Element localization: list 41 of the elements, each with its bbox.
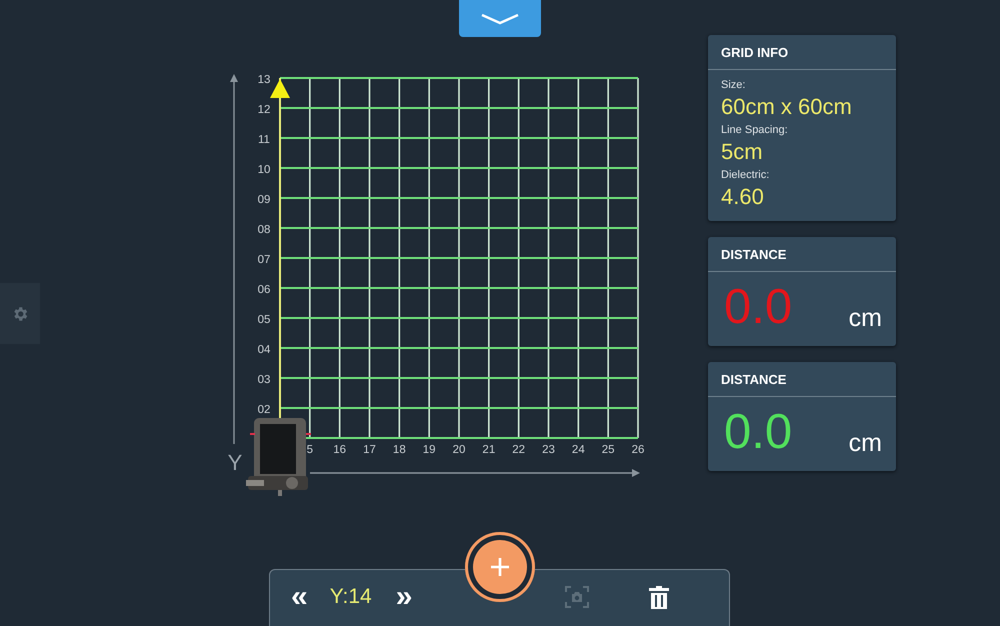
axis-label: 13	[258, 74, 270, 86]
position-label: Y:14	[330, 585, 372, 609]
axis-label: 25	[602, 444, 615, 456]
axis-label: 22	[512, 444, 526, 456]
axis-label: 26	[632, 444, 644, 456]
unit-label: cm	[848, 428, 882, 459]
field-label: Line Spacing:	[721, 124, 789, 136]
unit-label: cm	[848, 303, 882, 334]
next-button[interactable]: »	[396, 582, 412, 612]
field-value: 5cm	[721, 139, 764, 165]
axis-label: 03	[258, 374, 270, 386]
axis-label: 10	[258, 164, 270, 176]
previous-button[interactable]: «	[291, 582, 308, 612]
field-value: 60cm x 60cm	[721, 94, 853, 120]
axis-label: 07	[258, 254, 270, 266]
panel-title: DISTANCE	[708, 237, 896, 272]
axis-label: 12	[258, 104, 270, 116]
axis-label: 05	[258, 314, 270, 326]
axis-label: 08	[258, 224, 270, 236]
axis-label: 5	[306, 444, 314, 456]
axis-label: 18	[392, 444, 406, 456]
axis-label: 16	[333, 444, 346, 456]
panel-title: DISTANCE	[708, 362, 896, 397]
axis-label: 11	[258, 134, 270, 146]
axis-label: 21	[482, 444, 496, 456]
axis-label: 20	[452, 444, 466, 456]
axis-label: 04	[258, 344, 270, 356]
distance-value: 0.0	[724, 279, 792, 336]
axis-label: 06	[258, 284, 270, 296]
axis-label: 02	[258, 404, 270, 416]
axis-label: 24	[572, 444, 585, 456]
axis-label: 19	[422, 444, 436, 456]
axis-label: 17	[363, 444, 376, 456]
axis-label: 09	[258, 194, 270, 206]
field-value: 4.60	[721, 184, 765, 210]
axis-label: 23	[542, 444, 555, 456]
field-label: Dielectric:	[721, 169, 770, 181]
panel-title: GRID INFO	[708, 35, 896, 70]
distance-value: 0.0	[724, 404, 792, 461]
axis-title: Y	[228, 450, 242, 475]
field-label: Size:	[721, 79, 746, 91]
